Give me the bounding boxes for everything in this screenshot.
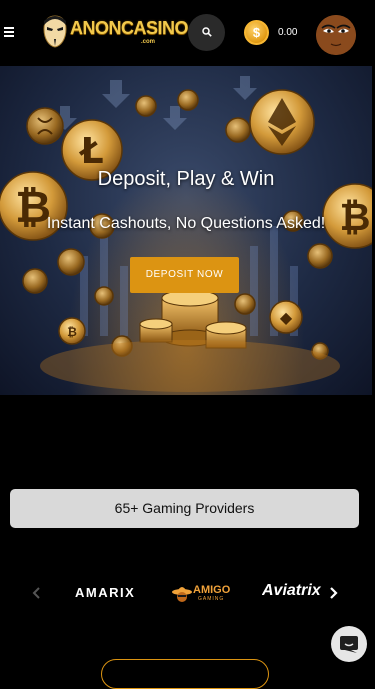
hero-subtitle: Instant Cashouts, No Questions Asked!	[46, 215, 326, 232]
chevron-right-icon[interactable]	[326, 585, 340, 601]
chat-launcher[interactable]	[331, 626, 367, 662]
mask-icon	[43, 15, 67, 48]
providers-heading: 65+ Gaming Providers	[10, 489, 359, 528]
hero-banner: ₿ Ł ₿ ₿ ◆ Deposit, Play & Win Instant Ca…	[0, 66, 372, 395]
search-button[interactable]	[188, 14, 225, 51]
chat-icon	[340, 636, 358, 653]
amigo-sombrero-icon	[172, 587, 192, 602]
provider-logo-amigo-gaming[interactable]: AMIGO GAMING	[172, 582, 238, 604]
amigo-subtitle: GAMING	[198, 596, 225, 602]
hero-title: Deposit, Play & Win	[97, 168, 275, 190]
amigo-wordmark: AMIGO	[193, 584, 231, 596]
brand-name: ANONCASINO	[70, 18, 189, 38]
deposit-now-button[interactable]: DEPOSIT NOW	[130, 257, 239, 293]
avatar-face-icon	[316, 15, 356, 55]
menu-icon[interactable]	[2, 25, 16, 39]
chevron-left-icon[interactable]	[30, 585, 44, 601]
brand-suffix: .com	[141, 39, 156, 45]
svg-text:Ł: Ł	[78, 131, 103, 172]
provider-logo-amarix[interactable]: AMARIX	[75, 585, 135, 600]
bottom-outline-button[interactable]	[101, 659, 269, 689]
coin-icon: $	[244, 20, 269, 45]
brand-logo[interactable]: ANONCASINO .com	[40, 14, 189, 50]
avatar[interactable]	[316, 15, 356, 55]
wallet-balance[interactable]: 0.00	[278, 27, 297, 38]
svg-text:₿: ₿	[67, 325, 77, 339]
providers-carousel: AMARIX AMIGO GAMING Aviatrix	[0, 570, 375, 615]
search-icon	[202, 27, 212, 37]
top-header: ANONCASINO .com $ 0.00	[0, 0, 375, 66]
provider-logo-aviatrix[interactable]: Aviatrix	[262, 582, 322, 604]
svg-text:◆: ◆	[280, 308, 293, 327]
